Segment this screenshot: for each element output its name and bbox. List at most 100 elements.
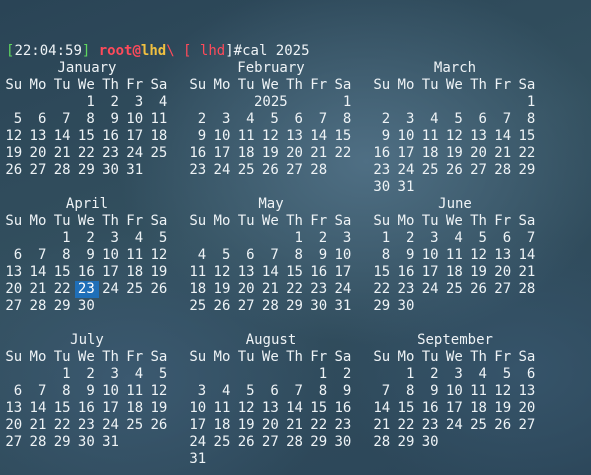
day-cell: 19 — [470, 264, 487, 280]
day-cell: 8 — [62, 383, 71, 399]
month-title: August — [245, 332, 297, 348]
day-cell: 30 — [397, 298, 415, 314]
day-cell: 14 — [29, 400, 47, 416]
weekday-header: Fr — [494, 213, 512, 229]
weekday-header: Fr — [126, 213, 144, 229]
day-cell: 24 — [397, 162, 415, 178]
weekday-header: Fr — [494, 77, 512, 93]
weekday-header: Sa — [334, 349, 352, 365]
day-cell: 22 — [334, 145, 352, 161]
day-cell: 28 — [29, 434, 47, 450]
weekday-header: Sa — [150, 77, 168, 93]
day-cell: 13 — [5, 400, 23, 416]
weekday-header: Fr — [494, 349, 512, 365]
day-cell: 11 — [150, 111, 168, 127]
day-cell: 9 — [381, 128, 391, 144]
day-cell: 10 — [445, 383, 463, 399]
day-cell: 14 — [310, 128, 328, 144]
day-cell: 18 — [213, 417, 231, 433]
day-cell: 26 — [261, 162, 279, 178]
day-cell: 19 — [445, 145, 463, 161]
weekday-header: Tu — [421, 77, 439, 93]
day-cell: 29 — [286, 298, 303, 314]
prompt-host: lhd — [140, 43, 167, 59]
day-cell: 10 — [213, 128, 231, 144]
day-cell: 14 — [494, 128, 512, 144]
day-cell-today: 23 — [74, 281, 99, 298]
day-cell: 29 — [77, 162, 95, 178]
day-cell: 15 — [53, 264, 71, 280]
day-cell: 27 — [286, 162, 303, 178]
day-cell: 21 — [494, 145, 512, 161]
day-cell: 15 — [373, 264, 391, 280]
day-cell: 12 — [237, 400, 255, 416]
day-cell: 21 — [29, 281, 47, 297]
month-june: June Su Mo Tu We Th Fr Sa 1 2 3 4 5 6 7 8 9 10 11 12 13 14 15 1… — [370, 196, 540, 315]
day-cell: 31 — [397, 179, 415, 195]
day-cell: 16 — [421, 400, 439, 416]
month-august: August Su Mo Tu We Th Fr Sa 1 2 3 4 5 6 7 8 9 10 11 12 13 14 1… — [186, 332, 356, 468]
day-cell: 9 — [86, 247, 95, 263]
day-cell: 28 — [53, 162, 71, 178]
day-cell: 16 — [397, 264, 415, 280]
day-cell: 3 — [454, 366, 463, 382]
day-cell: 1 — [62, 230, 71, 246]
day-cell: 20 — [29, 145, 47, 161]
weekday-header: Su — [373, 213, 391, 229]
day-cell: 5 — [246, 383, 255, 399]
day-grid: Su Mo Tu We Th Fr Sa 1 2 3 4 5 6 7 8 9 10 11 12 13 14 15 16 17 1… — [2, 77, 172, 179]
day-cell: 27 — [5, 298, 23, 314]
day-cell: 3 — [430, 230, 439, 246]
weekday-header: Su — [373, 349, 391, 365]
day-cell: 30 — [334, 434, 352, 450]
day-cell: 14 — [29, 264, 47, 280]
day-cell: 21 — [518, 264, 536, 280]
day-cell: 9 — [405, 247, 415, 263]
day-cell: 30 — [102, 162, 119, 178]
day-cell: 6 — [13, 247, 23, 263]
month-july: July Su Mo Tu We Th Fr Sa 1 2 3 4 5 6 7 8 9 10 11 12 13 14 15 1… — [2, 332, 172, 451]
weekday-header: Mo — [397, 349, 415, 365]
weekday-header: Mo — [213, 349, 231, 365]
day-cell: 5 — [454, 111, 463, 127]
empty-cell — [26, 366, 50, 383]
weekday-header: Su — [5, 213, 23, 229]
empty-cell — [467, 94, 491, 111]
prompt-cwd: lhd — [199, 43, 226, 59]
day-cell: 12 — [445, 128, 463, 144]
day-cell: 26 — [470, 281, 487, 297]
month-january: January Su Mo Tu We Th Fr Sa 1 2 3 4 5 6 7 8 9 10 11 12 13 14… — [2, 60, 172, 179]
day-cell: 24 — [102, 281, 119, 297]
day-cell: 21 — [29, 417, 47, 433]
day-cell: 6 — [246, 247, 255, 263]
weekday-header: Tu — [53, 213, 71, 229]
day-cell: 26 — [213, 298, 231, 314]
day-cell: 12 — [213, 264, 231, 280]
day-cell: 17 — [445, 400, 463, 416]
empty-cell — [26, 230, 50, 247]
day-cell: 27 — [494, 281, 512, 297]
day-cell: 13 — [261, 400, 279, 416]
day-cell: 25 — [126, 281, 144, 297]
day-cell: 6 — [294, 111, 303, 127]
empty-cell — [259, 366, 283, 383]
day-cell: 26 — [237, 434, 255, 450]
day-cell: 15 — [397, 400, 415, 416]
weekday-header: We — [77, 213, 95, 229]
prompt-at: @ — [132, 43, 141, 59]
day-cell: 20 — [261, 417, 279, 433]
day-cell: 19 — [150, 400, 168, 416]
day-cell: 1 — [318, 366, 328, 382]
day-cell: 10 — [102, 247, 119, 263]
day-cell: 13 — [470, 128, 487, 144]
day-cell: 7 — [318, 111, 328, 127]
day-grid: Su Mo Tu We Th Fr Sa 1 2 3 4 5 6 7 8 9 10 11 12 13 14 15 16 17 1… — [370, 213, 540, 315]
day-cell: 16 — [334, 400, 352, 416]
day-cell: 3 — [197, 383, 207, 399]
day-cell: 10 — [102, 383, 119, 399]
day-cell: 7 — [294, 383, 303, 399]
day-cell: 11 — [213, 400, 231, 416]
empty-cell — [50, 94, 74, 111]
day-cell: 16 — [189, 145, 207, 161]
day-cell: 31 — [102, 434, 119, 450]
